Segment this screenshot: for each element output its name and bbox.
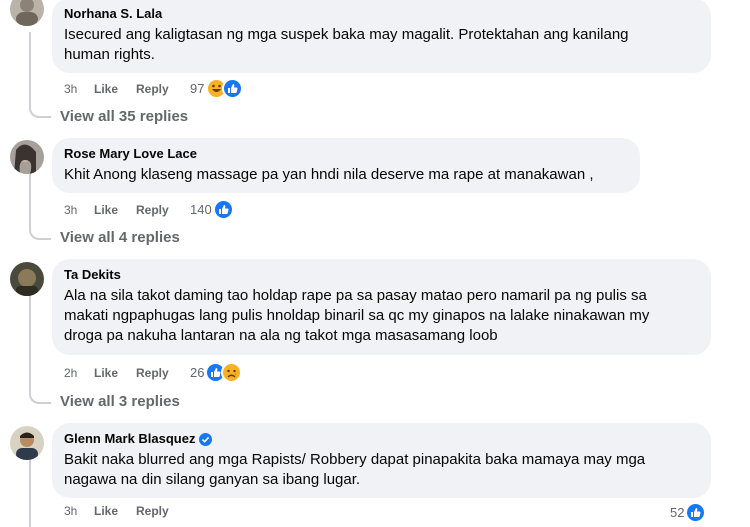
avatar[interactable] (10, 262, 44, 296)
reply-button[interactable]: Reply (136, 366, 190, 380)
comment-text: Ala na sila takot daming tao holdap rape… (64, 287, 650, 344)
comment-actions: 3h Like Reply 97 (64, 78, 244, 99)
comment-actions: 3h Like Reply (64, 504, 190, 518)
comment-timestamp[interactable]: 3h (64, 504, 94, 518)
like-button[interactable]: Like (94, 82, 136, 96)
reaction-count: 26 (190, 365, 205, 380)
comment-timestamp[interactable]: 3h (64, 82, 94, 96)
sad-icon (221, 362, 243, 383)
view-replies-link[interactable]: View all 4 replies (60, 229, 180, 246)
view-replies-link[interactable]: View all 3 replies (60, 393, 180, 410)
like-button[interactable]: Like (94, 203, 136, 217)
like-button[interactable]: Like (94, 366, 136, 380)
comment-timestamp[interactable]: 2h (64, 366, 94, 380)
comment-author[interactable]: Ta Dekits (64, 267, 699, 283)
comment-timestamp[interactable]: 3h (64, 203, 94, 217)
thread-curve (29, 226, 51, 240)
thread-line (29, 460, 31, 527)
reaction-summary[interactable]: 26 (190, 362, 243, 383)
avatar[interactable] (10, 140, 44, 174)
avatar[interactable] (10, 0, 44, 26)
comment-bubble: Glenn Mark Blasquez Bakit naka blurred a… (52, 423, 711, 498)
thread-line (29, 32, 31, 104)
view-replies-link[interactable]: View all 35 replies (60, 108, 188, 125)
like-button[interactable]: Like (94, 504, 136, 518)
comment-author[interactable]: Rose Mary Love Lace (64, 146, 628, 162)
comment-bubble: Rose Mary Love Lace Khit Anong klaseng m… (52, 138, 640, 193)
thread-line (29, 296, 31, 390)
avatar[interactable] (10, 426, 44, 460)
reaction-summary[interactable]: 140 (190, 199, 234, 220)
reaction-count: 97 (190, 81, 205, 96)
reaction-summary[interactable]: 52 (670, 502, 707, 523)
comment-bubble: Ta Dekits Ala na sila takot daming tao h… (52, 259, 711, 355)
like-icon (685, 502, 707, 523)
reaction-count: 140 (190, 202, 212, 217)
reply-button[interactable]: Reply (136, 504, 190, 518)
verified-badge-icon (199, 432, 213, 446)
thread-line (29, 174, 31, 226)
comment-bubble: Norhana S. Lala Isecured ang kaligtasan … (52, 0, 711, 73)
comment-text: Isecured ang kaligtasan ng mga suspek ba… (64, 26, 629, 63)
comment-author[interactable]: Norhana S. Lala (64, 6, 699, 22)
like-icon (222, 78, 244, 99)
reply-button[interactable]: Reply (136, 203, 190, 217)
comment-author[interactable]: Glenn Mark Blasquez (64, 431, 699, 447)
thread-curve (29, 104, 51, 118)
comment-text: Khit Anong klaseng massage pa yan hndi n… (64, 166, 594, 183)
comment-text: Bakit naka blurred ang mga Rapists/ Robb… (64, 451, 646, 488)
reaction-summary[interactable]: 97 (190, 78, 244, 99)
reaction-count: 52 (670, 505, 685, 520)
thread-curve (29, 390, 51, 404)
comment-actions: 2h Like Reply 26 (64, 362, 243, 383)
like-icon (212, 199, 234, 220)
reply-button[interactable]: Reply (136, 82, 190, 96)
comment-actions: 3h Like Reply 140 (64, 199, 234, 220)
